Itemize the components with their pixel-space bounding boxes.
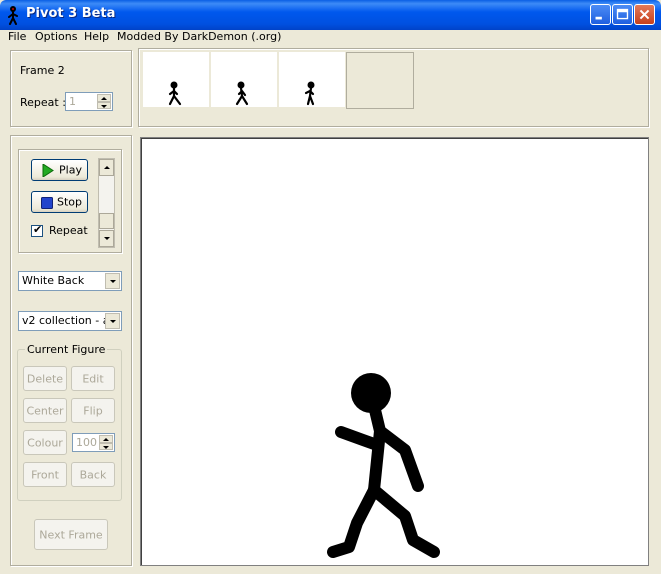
title-bar[interactable]: Pivot 3 Beta (0, 0, 661, 30)
checkmark-icon: ✔ (33, 223, 43, 236)
chevron-down-icon (110, 320, 116, 323)
arrow-up-icon (101, 97, 107, 100)
next-frame-button[interactable]: Next Frame (34, 519, 108, 550)
maximize-button[interactable] (612, 4, 633, 25)
front-label: Front (31, 468, 59, 481)
alpha-stepper[interactable]: 100 (72, 433, 115, 452)
minimize-button[interactable] (590, 4, 611, 25)
play-button[interactable]: Play (31, 159, 88, 181)
figure-select[interactable]: v2 collection - arr (18, 311, 122, 331)
close-button[interactable] (634, 4, 655, 25)
stickfigure-thumbnail (304, 81, 315, 106)
menu-help[interactable]: Help (84, 30, 109, 43)
colour-label: Colour (27, 436, 63, 449)
stickman-app-icon (8, 6, 18, 25)
current-figure-title: Current Figure (25, 343, 108, 356)
center-label: Center (26, 404, 64, 417)
dropdown-button[interactable] (105, 313, 120, 329)
edit-label: Edit (82, 372, 104, 385)
edit-button[interactable]: Edit (71, 366, 115, 391)
arrow-down-icon (103, 445, 109, 449)
arrow-down-icon (101, 104, 107, 108)
menu-bar: File Options Help Modded By DarkDemon (.… (0, 30, 661, 44)
repeat-checkbox[interactable]: ✔ (31, 223, 43, 237)
scroll-up-button[interactable] (99, 159, 114, 176)
arrow-up-icon (104, 166, 110, 169)
stickfigure-thumbnail (235, 81, 249, 106)
chevron-down-icon (110, 280, 116, 283)
menu-file[interactable]: File (8, 30, 26, 43)
colour-button[interactable]: Colour (23, 430, 67, 455)
arrow-up-icon (103, 438, 109, 441)
arrow-down-icon (104, 237, 110, 240)
repeat-checkbox-label: Repeat (49, 224, 88, 237)
flip-label: Flip (83, 404, 103, 417)
delete-label: Delete (26, 372, 64, 385)
repeat-stepper[interactable]: 1 (65, 92, 113, 111)
stick-figure[interactable] (141, 138, 648, 565)
scroll-down-button[interactable] (99, 230, 114, 247)
close-icon (639, 9, 650, 20)
background-select-value: White Back (22, 274, 85, 287)
speed-scrollbar[interactable] (98, 158, 115, 248)
alpha-down-arrow[interactable] (99, 442, 113, 450)
menu-options[interactable]: Options (35, 30, 77, 43)
timeline-frame-2[interactable] (211, 52, 277, 107)
flip-button[interactable]: Flip (71, 398, 115, 423)
frame-panel (10, 50, 132, 127)
scroll-thumb[interactable] (99, 213, 114, 229)
repeat-up-arrow[interactable] (97, 94, 111, 102)
maximize-icon (616, 8, 629, 20)
front-button[interactable]: Front (23, 462, 67, 487)
repeat-down-arrow[interactable] (97, 101, 111, 109)
stop-label: Stop (56, 195, 82, 209)
delete-button[interactable]: Delete (23, 366, 67, 391)
stop-button[interactable]: Stop (31, 191, 88, 213)
alpha-up-arrow[interactable] (99, 435, 113, 443)
animation-canvas[interactable] (140, 137, 649, 566)
timeline-frame-1[interactable] (143, 52, 209, 107)
back-label: Back (79, 468, 107, 481)
alpha-value: 100 (76, 436, 97, 449)
center-button[interactable]: Center (23, 398, 67, 423)
dropdown-button[interactable] (105, 273, 120, 289)
next-frame-label: Next Frame (39, 528, 103, 541)
window-title: Pivot 3 Beta (26, 6, 116, 21)
timeline-empty-slot[interactable] (346, 52, 414, 109)
stickfigure-thumbnail (168, 81, 182, 106)
frame-label: Frame 2 (20, 64, 65, 77)
play-label: Play (59, 163, 82, 177)
background-select[interactable]: White Back (18, 271, 122, 291)
repeat-value: 1 (69, 95, 76, 108)
minimize-icon (595, 16, 602, 20)
back-button[interactable]: Back (71, 462, 115, 487)
repeat-label: Repeat : (20, 96, 66, 109)
figure-select-value: v2 collection - arr (22, 314, 106, 327)
menu-credit[interactable]: Modded By DarkDemon (.org) (117, 30, 281, 43)
timeline-frame-3[interactable] (279, 52, 345, 107)
